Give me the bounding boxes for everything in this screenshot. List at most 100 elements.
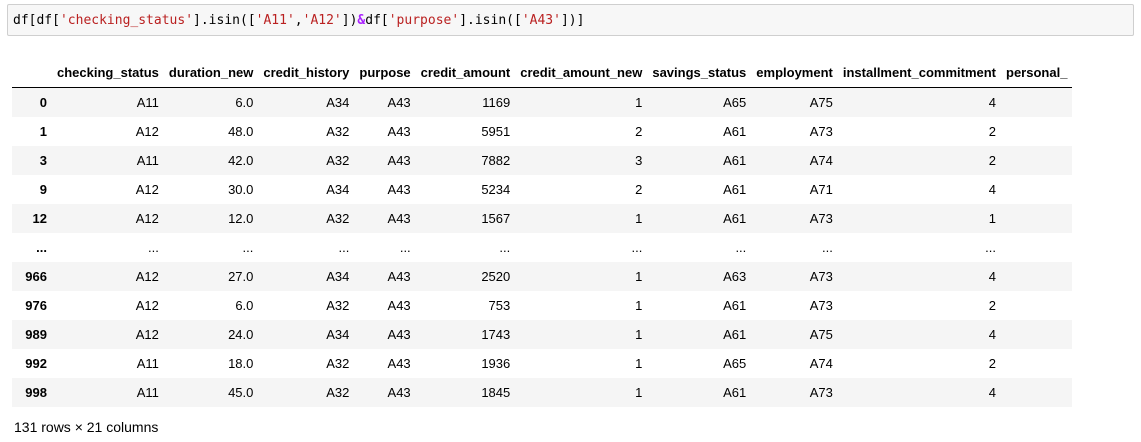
row-index: 976 xyxy=(25,298,47,313)
table-cell: A32 xyxy=(326,298,350,313)
table-cell: ... xyxy=(399,240,411,255)
table-cell: A61 xyxy=(723,153,747,168)
table-cell xyxy=(1001,117,1072,146)
table-cell: 2520 xyxy=(481,269,511,284)
table-cell: A75 xyxy=(809,327,833,342)
table-cell: 3 xyxy=(635,153,643,168)
table-row: 0 A11 6.0 A34 A43 1169 1 A65 A75 4 xyxy=(12,87,1073,117)
table-cell: 4 xyxy=(988,385,997,400)
table-cell: 7882 xyxy=(481,153,511,168)
table-cell: A34 xyxy=(326,95,350,110)
table-cell: 1 xyxy=(635,385,643,400)
table-cell: 1 xyxy=(635,298,643,313)
table-cell: A34 xyxy=(326,182,350,197)
table-cell: 1 xyxy=(635,356,643,371)
row-index: 989 xyxy=(25,327,47,342)
table-cell: 1743 xyxy=(481,327,511,342)
table-cell: A32 xyxy=(326,153,350,168)
table-cell: A74 xyxy=(809,153,833,168)
table-row: 998 A11 45.0 A32 A43 1845 1 A61 A73 4 xyxy=(12,378,1073,407)
code-token: ].isin([ xyxy=(193,13,256,28)
index-header xyxy=(12,58,52,88)
code-token: 'purpose' xyxy=(388,13,460,28)
table-row: 976 A12 6.0 A32 A43 753 1 A61 A73 2 xyxy=(12,291,1073,320)
table-cell: A12 xyxy=(135,124,159,139)
table-row: .............................. xyxy=(12,233,1073,262)
table-cell: 2 xyxy=(988,298,997,313)
code-token: 'A12' xyxy=(302,13,342,28)
table-cell: A61 xyxy=(723,211,747,226)
code-cell-input[interactable]: df[df['checking_status'].isin(['A11','A1… xyxy=(7,4,1134,36)
table-cell: 1 xyxy=(635,95,643,110)
table-cell: A71 xyxy=(809,182,833,197)
table-cell: A43 xyxy=(387,269,411,284)
table-cell: 1 xyxy=(988,211,997,226)
table-cell: 5234 xyxy=(481,182,511,197)
table-cell: A43 xyxy=(387,182,411,197)
table-cell xyxy=(1001,146,1072,175)
column-header: purpose xyxy=(354,58,416,88)
table-cell: A12 xyxy=(135,269,159,284)
table-cell xyxy=(1001,233,1072,262)
row-index: 3 xyxy=(39,153,47,168)
table-cell: A11 xyxy=(136,356,159,371)
table-cell xyxy=(1001,291,1072,320)
row-index: 9 xyxy=(39,182,47,197)
table-cell: A34 xyxy=(326,269,350,284)
table-cell: A32 xyxy=(326,211,350,226)
table-cell: 1 xyxy=(635,211,643,226)
shape-summary: 131 rows × 21 columns xyxy=(14,419,159,435)
code-line[interactable]: df[df['checking_status'].isin(['A11','A1… xyxy=(13,13,584,29)
table-cell: A32 xyxy=(326,356,350,371)
table-cell: 6.0 xyxy=(235,298,254,313)
table-cell: A61 xyxy=(723,124,747,139)
table-cell: 4 xyxy=(988,182,997,197)
table-cell: A63 xyxy=(723,269,747,284)
table-cell: ... xyxy=(822,240,833,255)
table-cell: A32 xyxy=(326,385,350,400)
column-header: savings_status xyxy=(647,58,752,88)
table-cell: A61 xyxy=(723,385,747,400)
column-header: personal_ xyxy=(1001,58,1073,88)
row-index: 966 xyxy=(25,269,47,284)
row-index: 992 xyxy=(25,356,47,371)
table-cell: 4 xyxy=(988,95,997,110)
table-cell: A43 xyxy=(387,153,411,168)
table-cell xyxy=(1001,262,1072,291)
table-cell: A11 xyxy=(136,95,159,110)
table-row: 9 A12 30.0 A34 A43 5234 2 A61 A71 4 xyxy=(12,175,1073,204)
table-cell: 2 xyxy=(988,124,997,139)
table-row: 3 A11 42.0 A32 A43 7882 3 A61 A74 2 xyxy=(12,146,1073,175)
table-body: 0 A11 6.0 A34 A43 1169 1 A65 A75 4 1 A12 48.0 A32 A43 5… xyxy=(12,87,1073,407)
table-cell: ... xyxy=(735,240,747,255)
table-cell: 4 xyxy=(988,327,997,342)
table-cell: 30.0 xyxy=(228,182,254,197)
table-cell: 42.0 xyxy=(228,153,254,168)
table-cell: 1567 xyxy=(481,211,511,226)
dataframe-table: checking_status duration_new credit_histor… xyxy=(12,58,1073,407)
table-cell: A61 xyxy=(723,327,747,342)
dataframe-output: checking_status duration_new credit_histor… xyxy=(12,58,1100,407)
table-cell: 1 xyxy=(635,269,643,284)
table-cell: 1845 xyxy=(481,385,511,400)
column-header: credit_history xyxy=(258,58,355,88)
table-cell: A11 xyxy=(136,153,159,168)
table-cell: 5951 xyxy=(481,124,511,139)
table-cell: 27.0 xyxy=(228,269,254,284)
column-header: credit_amount xyxy=(415,58,516,88)
table-cell: 6.0 xyxy=(235,95,254,110)
code-token: , xyxy=(294,13,303,28)
table-cell: A73 xyxy=(809,385,833,400)
table-cell: A73 xyxy=(809,298,833,313)
table-cell: A12 xyxy=(135,298,159,313)
table-row: 966 A12 27.0 A34 A43 2520 1 A63 A73 4 xyxy=(12,262,1073,291)
table-cell: ... xyxy=(499,240,511,255)
table-cell: A43 xyxy=(387,124,411,139)
code-token: ].isin([ xyxy=(459,13,522,28)
table-cell: 753 xyxy=(488,298,511,313)
table-cell: A65 xyxy=(723,95,747,110)
table-row: 989 A12 24.0 A34 A43 1743 1 A61 A75 4 xyxy=(12,320,1073,349)
table-cell xyxy=(1001,175,1072,204)
table-cell: A73 xyxy=(809,124,833,139)
column-header: checking_status xyxy=(52,58,164,88)
